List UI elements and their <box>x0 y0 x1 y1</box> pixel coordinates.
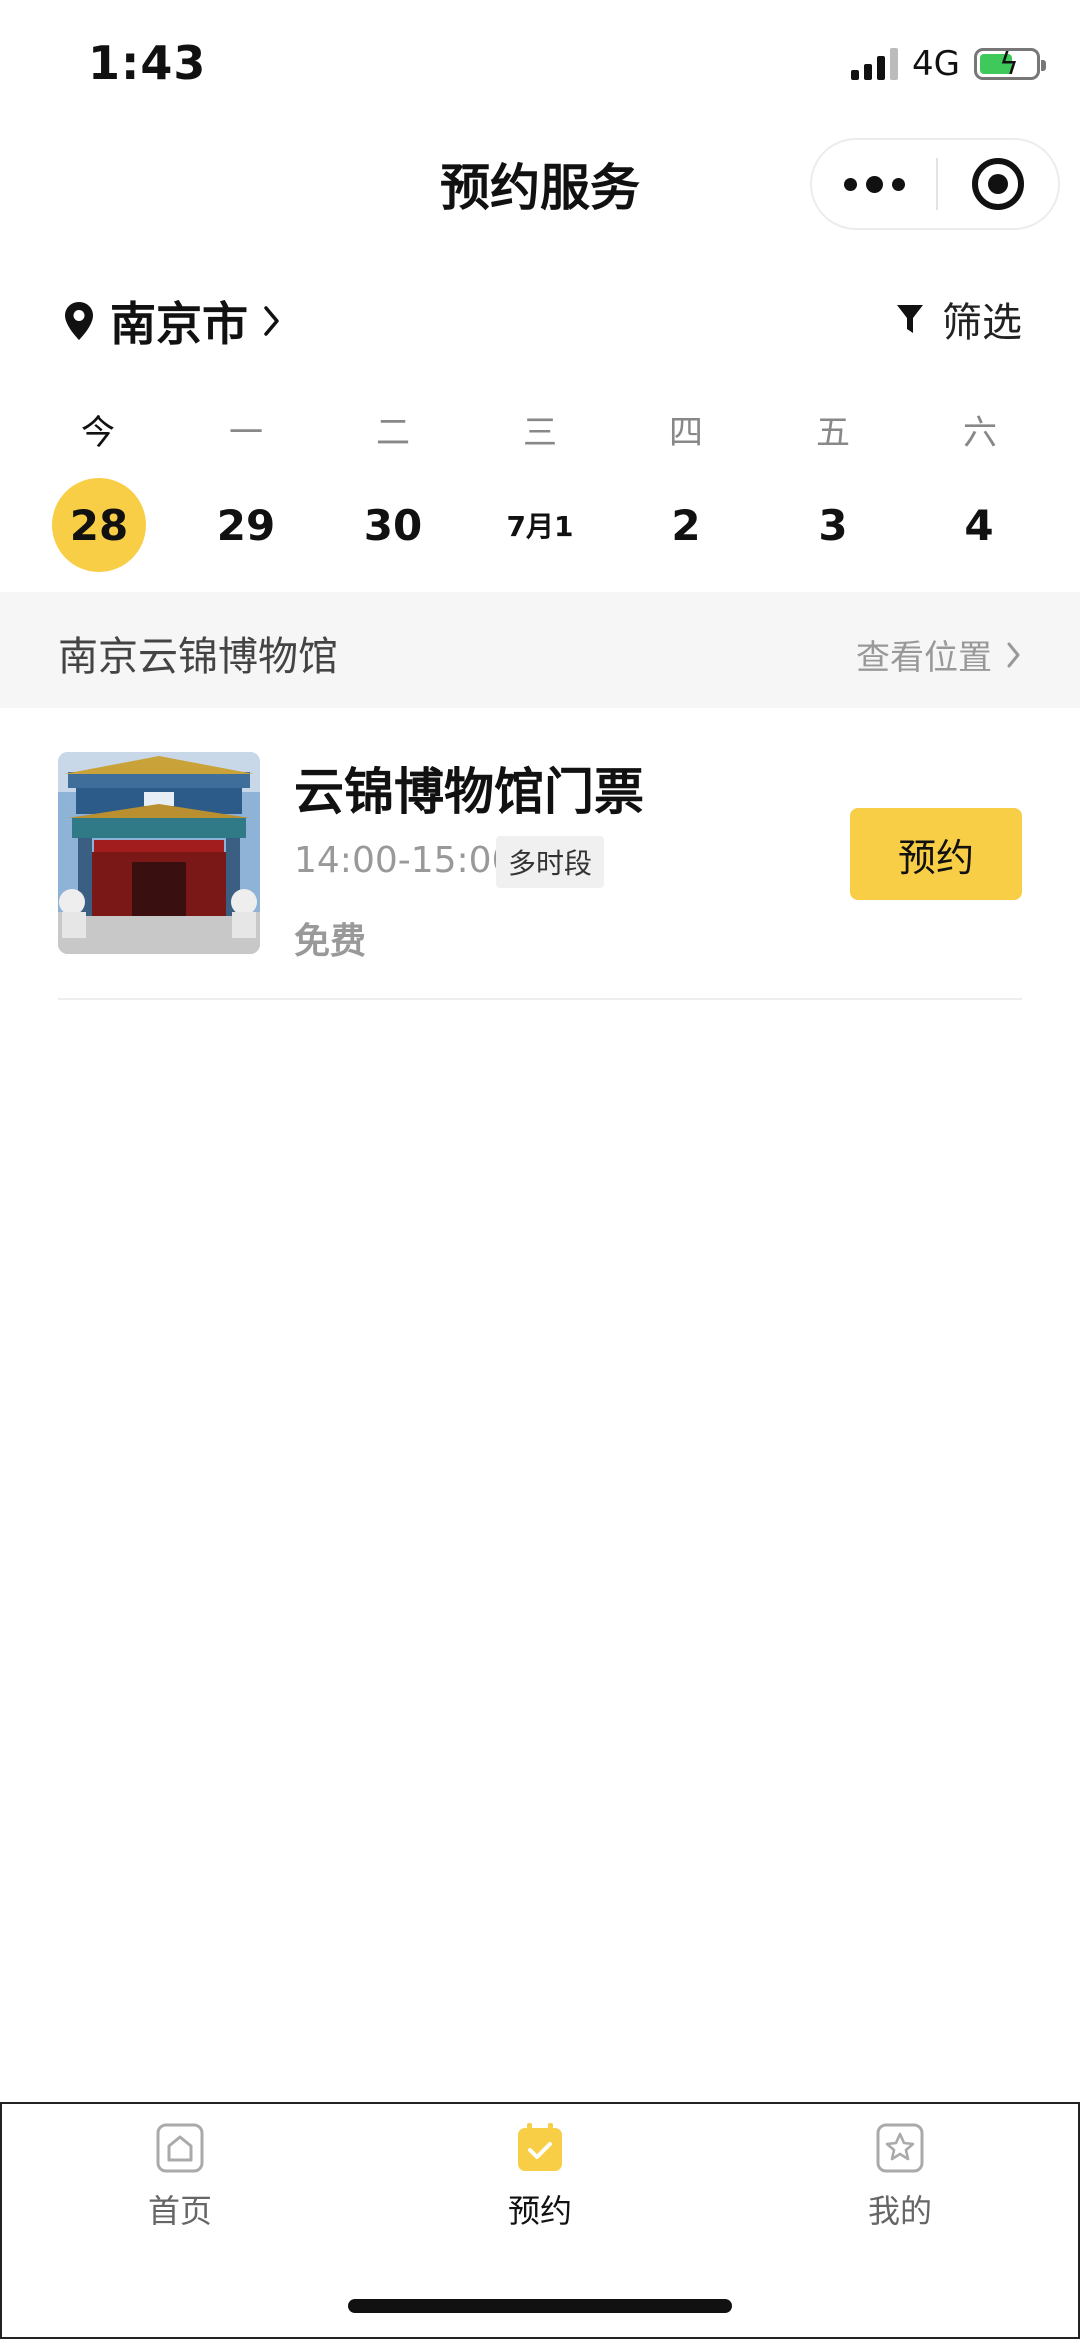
tab-mine[interactable]: 我的 <box>800 2122 1000 2232</box>
city-selector[interactable]: 南京市 <box>62 288 282 354</box>
chevron-right-icon <box>264 306 279 336</box>
weekday-row: 今 一 二 三 四 五 六 <box>0 405 1080 465</box>
status-indicators: 4G ϟ <box>851 44 1046 84</box>
weekday-label: 四 <box>669 413 703 453</box>
filter-label: 筛选 <box>942 300 1022 346</box>
book-button[interactable]: 预约 <box>850 808 1022 900</box>
weekday-label: 二 <box>376 413 410 453</box>
tab-booking-label: 预约 <box>507 2192 572 2230</box>
venue-header: 南京云锦博物馆 查看位置 <box>0 592 1080 708</box>
city-name: 南京市 <box>110 297 248 351</box>
more-dots-icon[interactable] <box>812 140 936 228</box>
home-indicator <box>348 2299 732 2313</box>
funnel-icon <box>897 305 923 333</box>
date-row: 28 29 30 7月1 2 3 4 <box>0 478 1080 574</box>
weekday-label: 今 <box>81 413 115 453</box>
date-item[interactable]: 7月1 <box>493 478 587 572</box>
date-item[interactable]: 30 <box>346 478 440 572</box>
weekday-label: 五 <box>816 413 850 453</box>
ticket-card[interactable]: 云锦博物馆门票 14:00-15:00 多时段 免费 预约 <box>58 752 1022 1000</box>
close-button[interactable] <box>938 140 1058 228</box>
museum-photo <box>58 752 260 954</box>
target-circle-icon <box>972 158 1024 210</box>
ticket-time: 14:00-15:00 <box>294 840 515 881</box>
date-item[interactable]: 2 <box>639 478 733 572</box>
weekday-label: 一 <box>229 413 263 453</box>
chevron-right-icon <box>1007 642 1020 667</box>
weekday-label: 六 <box>963 413 997 453</box>
location-pin-icon <box>65 302 93 340</box>
status-bar: 1:43 4G ϟ <box>0 0 1080 130</box>
battery-icon: ϟ <box>974 47 1046 82</box>
ticket-price: 免费 <box>294 921 367 962</box>
view-location-label: 查看位置 <box>856 638 992 678</box>
signal-icon <box>851 48 899 80</box>
weekday-label: 三 <box>523 413 557 453</box>
status-time: 1:43 <box>88 36 207 90</box>
home-icon <box>156 2123 204 2173</box>
tab-home[interactable]: 首页 <box>80 2122 280 2232</box>
mini-program-capsule <box>810 138 1060 230</box>
star-profile-icon <box>876 2123 924 2173</box>
filter-button[interactable]: 筛选 <box>896 290 1022 348</box>
multi-slot-badge: 多时段 <box>496 836 605 888</box>
date-selected[interactable]: 28 <box>52 478 146 572</box>
tab-booking[interactable]: 预约 <box>440 2122 640 2232</box>
tab-mine-label: 我的 <box>867 2192 932 2230</box>
network-type: 4G <box>912 44 960 84</box>
venue-name: 南京云锦博物馆 <box>58 634 338 680</box>
ticket-title: 云锦博物馆门票 <box>294 763 644 821</box>
date-item[interactable]: 4 <box>932 478 1026 572</box>
date-item[interactable]: 3 <box>786 478 880 572</box>
calendar-check-icon <box>518 2123 562 2171</box>
tab-home-label: 首页 <box>147 2192 212 2230</box>
date-item[interactable]: 29 <box>199 478 293 572</box>
view-location-link[interactable]: 查看位置 <box>856 630 1022 679</box>
